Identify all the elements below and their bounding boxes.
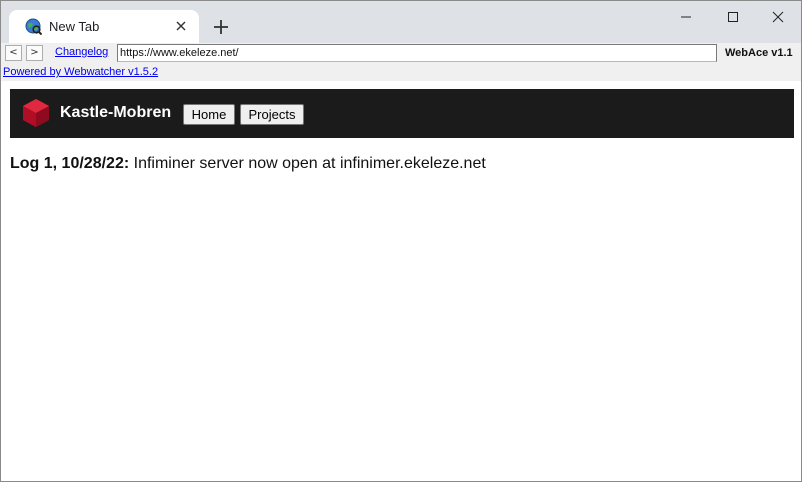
address-bar: < > Changelog WebAce v1.1 xyxy=(1,43,801,63)
globe-icon xyxy=(25,18,42,35)
site-name: Kastle-Mobren xyxy=(60,104,172,121)
red-cube-logo-icon xyxy=(23,99,49,127)
back-button[interactable]: < xyxy=(5,45,22,61)
powered-by-link[interactable]: Powered by Webwatcher v1.5.2 xyxy=(3,66,158,78)
url-input[interactable] xyxy=(117,44,717,62)
log-entry: Log 1, 10/28/22: Infiminer server now op… xyxy=(10,155,486,173)
changelog-link[interactable]: Changelog xyxy=(55,46,108,58)
tab-title: New Tab xyxy=(49,19,100,34)
browser-window: New Tab < > Changelog https://www.ekelez… xyxy=(0,0,802,482)
title-bar: New Tab xyxy=(1,1,801,43)
tab-new-tab[interactable]: New Tab xyxy=(9,10,199,43)
maximize-icon xyxy=(728,12,738,22)
powered-by-row: Powered by Webwatcher v1.5.2 xyxy=(1,63,801,81)
close-window-button[interactable] xyxy=(755,1,801,33)
maximize-button[interactable] xyxy=(710,1,756,33)
site-header: Kastle-Mobren Home Projects xyxy=(10,89,794,138)
forward-button[interactable]: > xyxy=(26,45,43,61)
home-button[interactable]: Home xyxy=(183,104,235,125)
minimize-icon xyxy=(681,16,691,18)
log-label: Log 1, 10/28/22: xyxy=(10,155,130,172)
projects-button[interactable]: Projects xyxy=(240,104,304,125)
log-text: Infiminer server now open at infinimer.e… xyxy=(129,155,486,172)
new-tab-plus-icon[interactable] xyxy=(211,17,231,37)
close-tab-icon[interactable] xyxy=(173,18,189,34)
close-icon xyxy=(772,11,784,23)
minimize-button[interactable] xyxy=(663,1,709,33)
browser-brand-label: WebAce v1.1 xyxy=(725,47,793,59)
